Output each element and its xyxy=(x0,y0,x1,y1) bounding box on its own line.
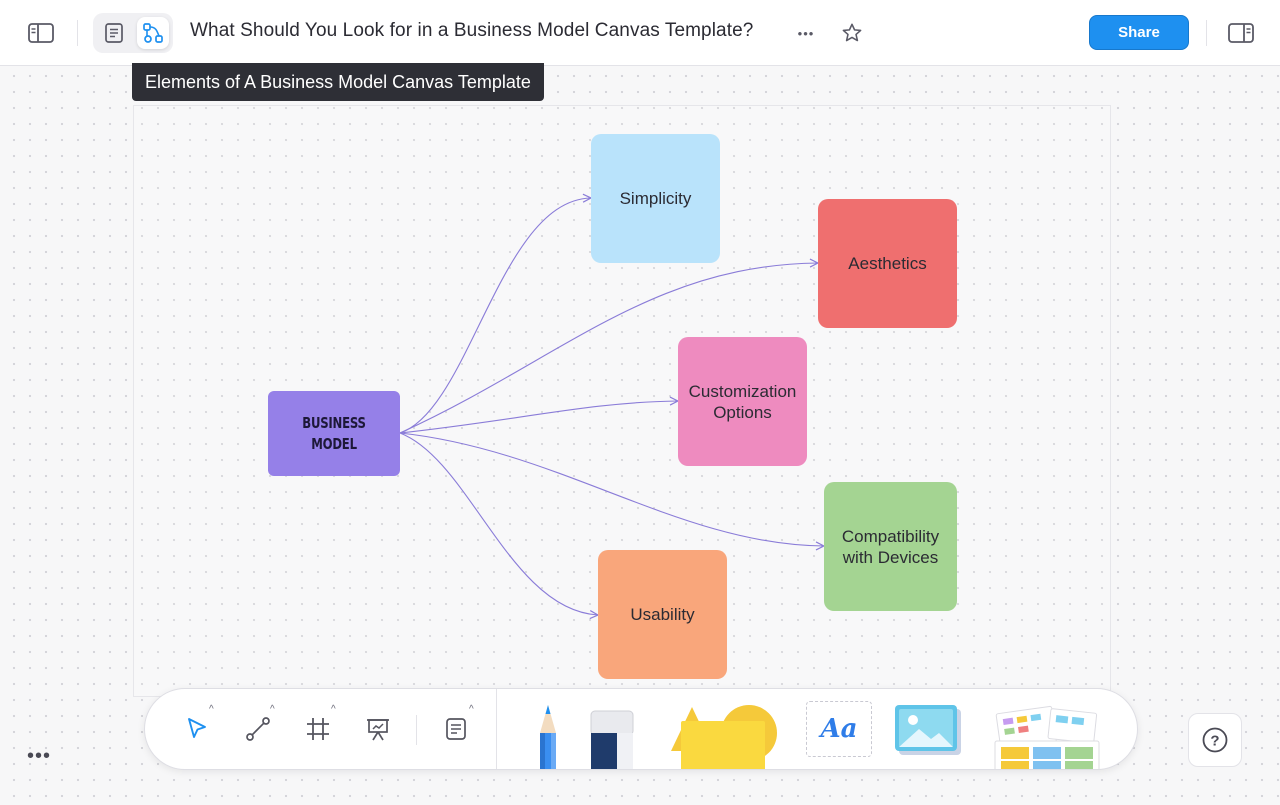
more-menu-icon[interactable]: ••• xyxy=(27,745,51,768)
line-icon xyxy=(246,717,270,741)
divider xyxy=(77,20,78,46)
node-customization-options[interactable]: Customization Options xyxy=(678,337,807,466)
image-icon xyxy=(895,705,961,755)
node-customization-label: Customization Options xyxy=(688,381,797,422)
eraser-tool[interactable] xyxy=(589,709,635,769)
node-compatibility[interactable]: Compatibility with Devices xyxy=(824,482,957,611)
frame-tool-caret-icon[interactable]: ^ xyxy=(331,705,336,715)
pencil-tool[interactable] xyxy=(531,703,565,769)
connector-tool[interactable] xyxy=(238,711,278,747)
frame-tool[interactable] xyxy=(298,711,338,747)
document-mode-icon[interactable] xyxy=(99,18,129,48)
templates-icon xyxy=(994,705,1100,769)
node-simplicity-label: Simplicity xyxy=(619,189,692,208)
node-usability[interactable]: Usability xyxy=(598,550,727,679)
more-options-icon[interactable]: ••• xyxy=(792,20,820,46)
node-usability-label: Usability xyxy=(630,605,695,624)
select-tool[interactable] xyxy=(177,711,217,747)
bottom-toolbar: ^ ^ ^ ^ Aa xyxy=(144,688,1138,770)
node-compatibility-label: Compatibility with Devices xyxy=(841,526,940,567)
node-simplicity[interactable]: Simplicity xyxy=(591,134,720,263)
view-mode-switch xyxy=(93,13,173,53)
toolbar-divider xyxy=(496,689,497,769)
shapes-tool[interactable] xyxy=(667,703,779,769)
image-tool[interactable] xyxy=(893,703,963,761)
text-tool[interactable]: Aa xyxy=(806,701,872,757)
share-button[interactable]: Share xyxy=(1089,15,1189,50)
text-tool-glyph: Aa xyxy=(820,714,858,744)
star-icon[interactable] xyxy=(838,19,866,47)
document-title[interactable]: What Should You Look for in a Business M… xyxy=(190,20,753,42)
sticky-note-tool-caret-icon[interactable]: ^ xyxy=(469,705,474,715)
frame-icon xyxy=(307,718,329,740)
frame-title[interactable]: Elements of A Business Model Canvas Temp… xyxy=(132,63,544,101)
node-business-model[interactable]: BUSINESS MODEL xyxy=(268,391,400,476)
presentation-tool[interactable] xyxy=(358,711,398,747)
node-business-model-label: BUSINESS MODEL xyxy=(302,413,366,453)
sticky-note-tool[interactable] xyxy=(436,711,476,747)
right-panel-toggle-icon[interactable] xyxy=(1226,20,1256,46)
more-options-glyph: ••• xyxy=(797,25,815,41)
node-aesthetics[interactable]: Aesthetics xyxy=(818,199,957,328)
whiteboard-mode-icon[interactable] xyxy=(137,17,169,49)
connector-tool-caret-icon[interactable]: ^ xyxy=(270,705,275,715)
divider xyxy=(1206,20,1207,46)
help-icon: ? xyxy=(1202,727,1228,753)
help-glyph: ? xyxy=(1210,733,1219,750)
top-bar: What Should You Look for in a Business M… xyxy=(0,0,1280,66)
toolbar-divider xyxy=(416,715,417,745)
node-aesthetics-label: Aesthetics xyxy=(848,254,927,273)
cursor-icon xyxy=(188,718,206,738)
templates-tool[interactable] xyxy=(993,703,1105,769)
pencil-icon xyxy=(540,705,556,769)
presentation-icon xyxy=(367,719,389,741)
help-button[interactable]: ? xyxy=(1188,713,1242,767)
note-icon xyxy=(446,718,466,740)
eraser-icon xyxy=(590,710,634,769)
sidebar-toggle-icon[interactable] xyxy=(26,20,56,46)
select-tool-caret-icon[interactable]: ^ xyxy=(209,705,214,715)
shapes-icon xyxy=(671,705,777,769)
